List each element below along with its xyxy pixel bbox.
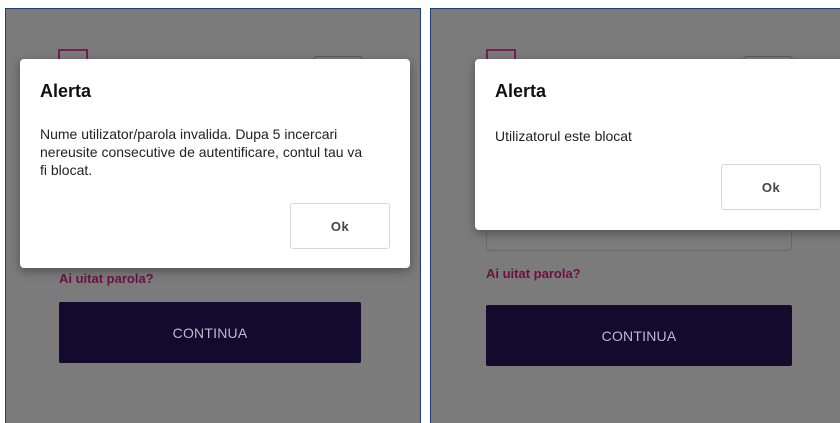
alert-title: Alerta (495, 81, 547, 101)
forgot-password-link[interactable]: Ai uitat parola? (486, 266, 581, 281)
password-field[interactable] (486, 231, 792, 251)
continue-button[interactable]: CONTINUA (59, 302, 361, 363)
forgot-password-link[interactable]: Ai uitat parola? (59, 271, 154, 286)
ok-button[interactable]: Ok (721, 164, 821, 210)
alert-dialog-user-blocked: Alerta Utilizatorul este blocat Ok (475, 59, 840, 230)
alert-message: Utilizatorul este blocat (495, 128, 632, 144)
alert-dialog-invalid-credentials: Alerta Nume utilizator/parola invalida. … (20, 59, 410, 268)
alert-title: Alerta (40, 81, 92, 101)
continue-button[interactable]: CONTINUA (486, 305, 792, 366)
alert-message: Nume utilizator/parola invalida. Dupa 5 … (40, 126, 363, 178)
ok-button[interactable]: Ok (290, 203, 390, 249)
